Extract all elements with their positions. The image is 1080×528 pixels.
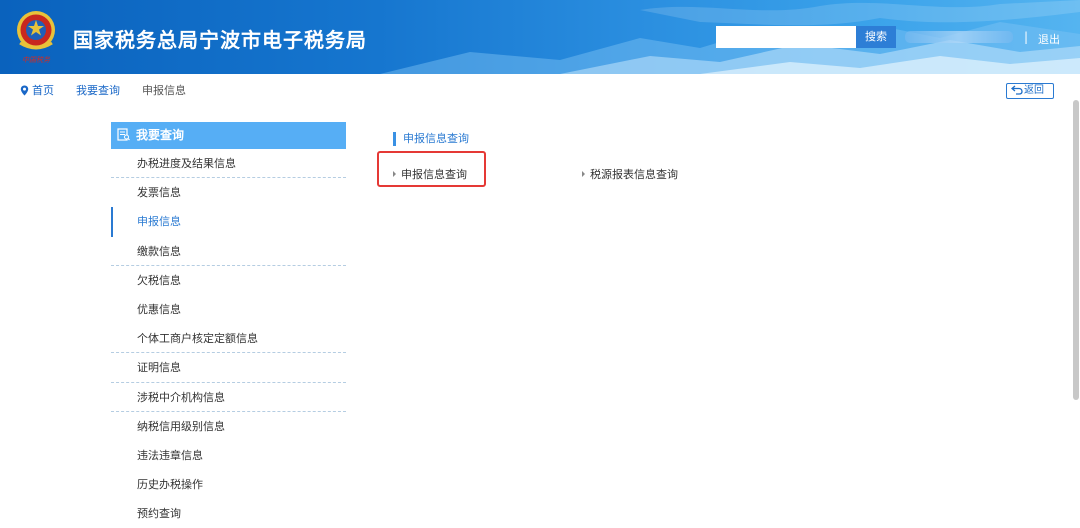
query-document-icon [117, 128, 130, 141]
breadcrumb-current: 申报信息 [142, 84, 186, 97]
sidebar-item-credit-level[interactable]: 纳税信用级别信息 [111, 412, 346, 441]
tax-emblem-logo: 中国税务 [17, 11, 55, 64]
sidebar-item-history[interactable]: 历史办税操作 [111, 470, 346, 499]
location-pin-icon [20, 85, 29, 96]
return-arrow-icon [1010, 85, 1023, 95]
back-button[interactable]: 返回 [1006, 83, 1054, 99]
sidebar-item-certificate[interactable]: 证明信息 [111, 353, 346, 383]
sidebar-item-preferential[interactable]: 优惠信息 [111, 295, 346, 324]
page-scrollbar[interactable] [1073, 100, 1079, 400]
tax-source-report-query-link[interactable]: 税源报表信息查询 [582, 166, 678, 182]
sidebar-item-invoice[interactable]: 发票信息 [111, 178, 346, 207]
emblem-text: 中国税务 [22, 56, 51, 64]
sidebar-title: 我要查询 [136, 128, 185, 142]
highlight-box [377, 151, 486, 187]
sidebar: 我要查询 办税进度及结果信息 发票信息 申报信息 缴款信息 欠税信息 优惠信息 … [111, 122, 346, 528]
sidebar-item-violation[interactable]: 违法违章信息 [111, 441, 346, 470]
tax-source-report-query-label: 税源报表信息查询 [590, 168, 678, 181]
sidebar-item-declaration[interactable]: 申报信息 [111, 207, 346, 237]
breadcrumb-query[interactable]: 我要查询 [76, 84, 120, 97]
site-header: 中国税务 国家税务总局宁波市电子税务局 搜索 | 退出 [0, 0, 1080, 74]
header-divider: | [1024, 30, 1029, 44]
logout-link[interactable]: 退出 [1038, 31, 1060, 47]
sidebar-item-appointment[interactable]: 预约查询 [111, 499, 346, 528]
search-input[interactable] [716, 26, 856, 48]
sidebar-item-payment[interactable]: 缴款信息 [111, 237, 346, 266]
sidebar-item-individual-quota[interactable]: 个体工商户核定定额信息 [111, 324, 346, 354]
triangle-bullet-icon [582, 171, 585, 177]
sidebar-item-tax-agency[interactable]: 涉税中介机构信息 [111, 383, 346, 412]
sidebar-item-arrears[interactable]: 欠税信息 [111, 266, 346, 295]
section-title: 申报信息查询 [393, 132, 469, 146]
back-button-label: 返回 [1024, 85, 1044, 96]
sidebar-header: 我要查询 [111, 122, 346, 149]
user-info-blurred [905, 31, 1013, 43]
search-button[interactable]: 搜索 [856, 26, 896, 48]
site-title: 国家税务总局宁波市电子税务局 [73, 28, 367, 52]
breadcrumb-home[interactable]: 首页 [32, 84, 54, 97]
sidebar-item-progress[interactable]: 办税进度及结果信息 [111, 149, 346, 179]
breadcrumb: 首页 我要查询 申报信息 [20, 82, 186, 98]
